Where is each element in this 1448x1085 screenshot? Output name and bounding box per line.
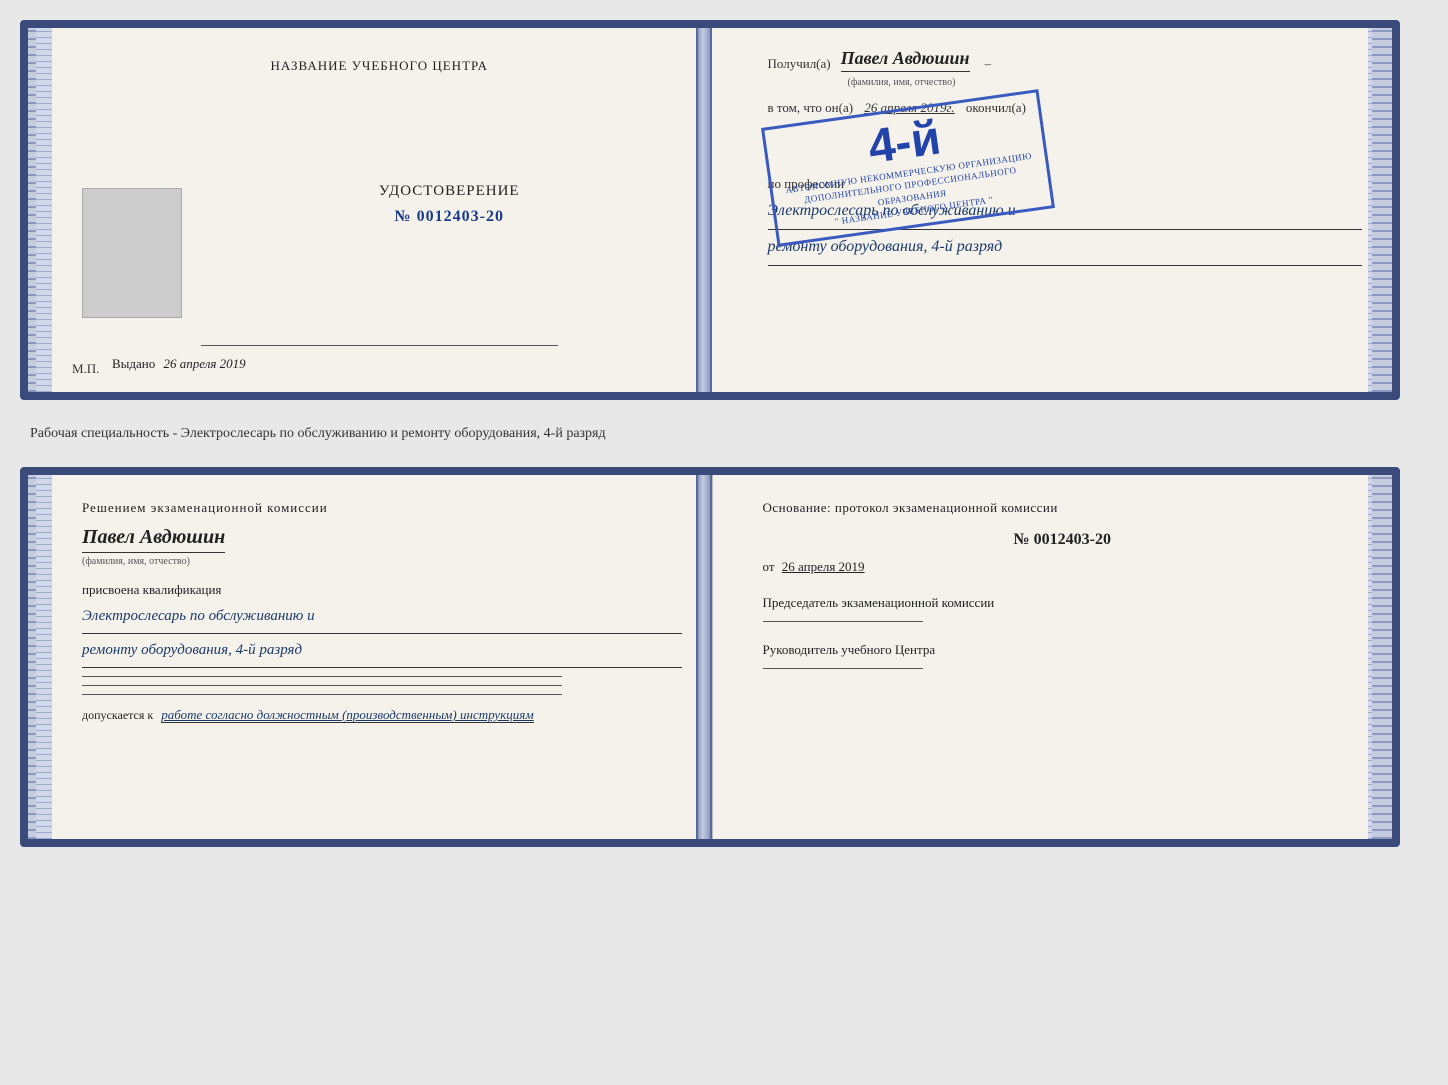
right-binding-texture bbox=[1372, 28, 1392, 392]
qual-line1: Электрослесарь по обслуживанию и bbox=[82, 603, 682, 634]
allowed-text: работе согласно должностным (производств… bbox=[161, 707, 533, 723]
mp-label: М.П. bbox=[72, 361, 99, 377]
in-that-label: в том, что он(а) bbox=[768, 100, 854, 115]
chairman-signature-line bbox=[763, 621, 923, 622]
cert-label: УДОСТОВЕРЕНИЕ bbox=[379, 183, 520, 200]
top-certificate: НАЗВАНИЕ УЧЕБНОГО ЦЕНТРА УДОСТОВЕРЕНИЕ №… bbox=[20, 20, 1400, 400]
received-name: Павел Авдюшин bbox=[841, 48, 970, 72]
allowed-line: допускается к работе согласно должностны… bbox=[82, 707, 682, 723]
fio-hint-top: (фамилия, имя, отчество) bbox=[848, 77, 1363, 88]
photo-placeholder bbox=[82, 188, 182, 318]
issued-date: 26 апреля 2019 bbox=[164, 356, 246, 371]
training-center-title: НАЗВАНИЕ УЧЕБНОГО ЦЕНТРА bbox=[271, 58, 488, 74]
person-name-bottom: Павел Авдюшин bbox=[82, 526, 225, 553]
chairman-label: Председатель экзаменационной комиссии bbox=[763, 595, 1363, 611]
decision-title: Решением экзаменационной комиссии bbox=[82, 500, 682, 516]
bottom-certificate: Решением экзаменационной комиссии Павел … bbox=[20, 467, 1400, 847]
blank-line-1 bbox=[82, 676, 562, 677]
qual-line2: ремонту оборудования, 4-й разряд bbox=[82, 637, 682, 668]
protocol-number: № 0012403-20 bbox=[763, 531, 1363, 549]
bottom-inner-left bbox=[36, 475, 52, 839]
blank-line-2 bbox=[82, 685, 562, 686]
allowed-label: допускается к bbox=[82, 708, 153, 722]
bottom-right-binding bbox=[1372, 475, 1392, 839]
middle-description: Рабочая специальность - Электрослесарь п… bbox=[20, 418, 1428, 449]
protocol-date-line: от 26 апреля 2019 bbox=[763, 559, 1363, 575]
received-line: Получил(а) Павел Авдюшин – bbox=[768, 48, 1363, 72]
protocol-date: 26 апреля 2019 bbox=[782, 559, 865, 574]
bottom-right-panel: Основание: протокол экзаменационной коми… bbox=[733, 475, 1393, 839]
basis-label: Основание: протокол экзаменационной коми… bbox=[763, 500, 1363, 516]
issued-label: Выдано bbox=[112, 356, 155, 371]
cert-right-panel: Получил(а) Павел Авдюшин – (фамилия, имя… bbox=[728, 28, 1393, 392]
cert-left-panel: НАЗВАНИЕ УЧЕБНОГО ЦЕНТРА УДОСТОВЕРЕНИЕ №… bbox=[52, 28, 708, 392]
assigned-label: присвоена квалификация bbox=[82, 582, 682, 598]
profession-line2: ремонту оборудования, 4-й разряд bbox=[768, 233, 1363, 266]
cert-number: № 0012403-20 bbox=[379, 208, 520, 226]
director-label: Руководитель учебного Центра bbox=[763, 642, 1363, 658]
protocol-date-label: от bbox=[763, 559, 775, 574]
received-label: Получил(а) bbox=[768, 56, 831, 72]
director-signature-line bbox=[763, 668, 923, 669]
fio-hint-bottom: (фамилия, имя, отчество) bbox=[82, 556, 682, 567]
blank-line-3 bbox=[82, 694, 562, 695]
inner-left-texture bbox=[36, 28, 52, 392]
bottom-left-panel: Решением экзаменационной комиссии Павел … bbox=[52, 475, 713, 839]
